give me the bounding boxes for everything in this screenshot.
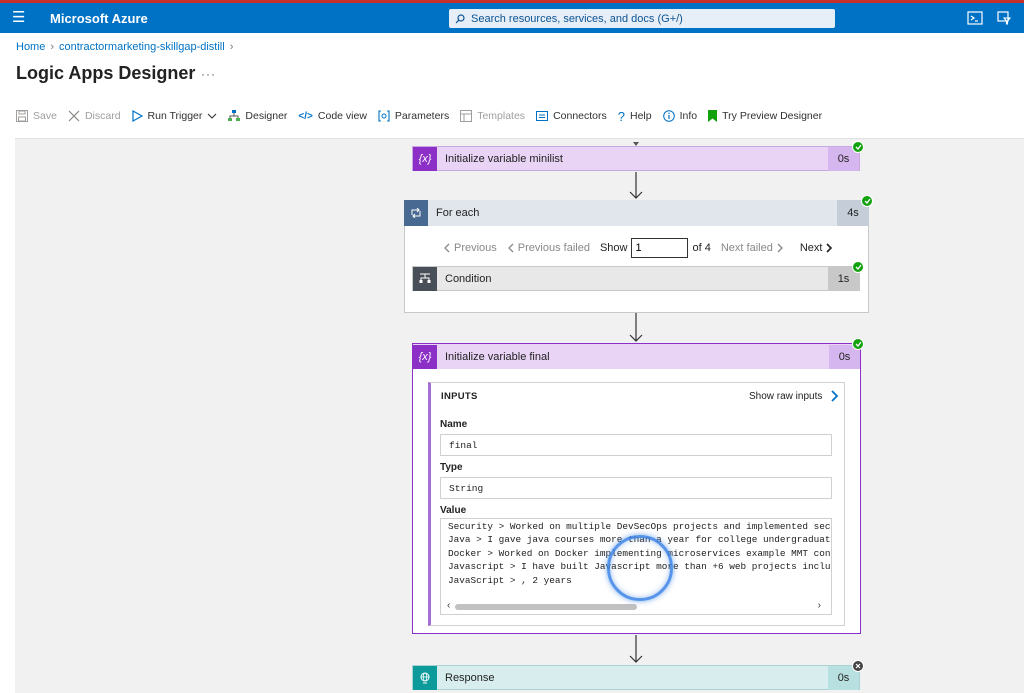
discard-button[interactable]: Discard (68, 110, 121, 122)
breadcrumb-resource[interactable]: contractormarketing-skillgap-distill (59, 41, 225, 53)
step-title: Condition (445, 272, 492, 285)
breadcrumb: Home › contractormarketing-skillgap-dist… (16, 41, 233, 53)
loop-icon (404, 200, 428, 226)
chevron-left-icon (507, 243, 514, 253)
next-failed-button[interactable]: Next failed (721, 242, 784, 254)
templates-icon (460, 110, 473, 122)
inputs-heading: INPUTS (441, 391, 478, 402)
step-title: For each (436, 207, 480, 219)
run-trigger-button[interactable]: Run Trigger (131, 110, 218, 122)
cloud-shell-icon[interactable] (967, 11, 983, 25)
parameters-icon (378, 110, 390, 122)
variable-icon: {x} (413, 344, 437, 369)
previous-button[interactable]: Previous (443, 242, 497, 254)
step-initialize-variable-minilist[interactable]: {x} Initialize variable minilist 0s (412, 146, 860, 171)
connector-arrow (629, 313, 643, 342)
connectors-button[interactable]: Connectors (536, 110, 607, 122)
top-navigation-bar: ☰ Microsoft Azure Search resources, serv… (0, 3, 1024, 33)
scrollbar-thumb[interactable] (455, 604, 637, 610)
skipped-status-icon (852, 660, 864, 672)
breadcrumb-separator: › (229, 41, 234, 53)
success-check-icon (861, 195, 873, 207)
code-view-button[interactable]: </> Code view (298, 110, 367, 122)
breadcrumb-separator: › (50, 41, 55, 53)
chevron-right-icon (777, 243, 783, 253)
show-label: Show (599, 242, 628, 254)
info-icon (662, 110, 675, 122)
step-title: Initialize variable minilist (445, 152, 563, 165)
step-for-each[interactable]: For each 4s (404, 200, 869, 226)
connector-arrow (629, 172, 643, 199)
condition-icon (413, 266, 437, 291)
help-button[interactable]: ? Help (618, 109, 652, 124)
iteration-pager: Previous Previous failed Show of 4 Next … (443, 238, 833, 258)
help-icon: ? (617, 108, 625, 124)
chevron-down-icon (207, 113, 217, 119)
step-title: Response (445, 671, 495, 684)
horizontal-scrollbar[interactable]: ‹ › (441, 600, 831, 614)
iteration-total: of 4 (692, 242, 711, 254)
scroll-left-icon[interactable]: ‹ (447, 600, 450, 611)
brand-name[interactable]: Microsoft Azure (50, 11, 148, 26)
step-response[interactable]: Response 0s (412, 665, 860, 690)
hamburger-menu-icon[interactable]: ☰ (12, 10, 25, 26)
type-value-field[interactable]: String (440, 477, 832, 499)
code-icon: </> (298, 110, 313, 122)
value-line: Security > Worked on multiple DevSecOps … (448, 521, 832, 532)
scroll-right-icon[interactable]: › (818, 600, 821, 611)
templates-button[interactable]: Templates (460, 110, 525, 122)
more-options-button[interactable]: ··· (201, 67, 216, 81)
success-check-icon (852, 141, 864, 153)
show-raw-inputs-button[interactable]: Show raw inputs (749, 390, 839, 402)
connectors-icon (536, 110, 549, 122)
breadcrumb-home[interactable]: Home (16, 41, 45, 53)
success-check-icon (852, 261, 864, 273)
try-preview-designer-button[interactable]: Try Preview Designer (708, 110, 822, 122)
connector-arrow (629, 635, 643, 663)
step-initialize-variable-final[interactable]: {x} Initialize variable final 0s (413, 344, 860, 369)
close-icon (68, 110, 80, 122)
save-button[interactable]: Save (16, 110, 57, 122)
chevron-right-icon (826, 243, 833, 253)
type-label: Type (440, 462, 463, 473)
name-label: Name (440, 419, 468, 430)
variable-icon: {x} (413, 146, 437, 171)
value-label: Value (440, 505, 467, 516)
step-condition[interactable]: Condition 1s (412, 266, 860, 291)
previous-failed-button[interactable]: Previous failed (507, 242, 590, 254)
touch-indicator (607, 535, 673, 601)
play-icon (131, 110, 143, 122)
iteration-number-input[interactable] (631, 238, 689, 258)
chevron-left-icon (444, 243, 450, 253)
parameters-button[interactable]: Parameters (378, 110, 449, 122)
info-button[interactable]: Info (662, 110, 697, 122)
name-value-field[interactable]: final (440, 434, 832, 456)
step-title: Initialize variable final (445, 350, 550, 363)
next-button[interactable]: Next (800, 242, 834, 254)
global-search-input[interactable]: Search resources, services, and docs (G+… (449, 9, 835, 28)
page-title: Logic Apps Designer (16, 63, 196, 83)
chevron-right-icon (831, 390, 839, 402)
save-icon (16, 110, 28, 122)
search-icon (455, 13, 465, 23)
bookmark-icon (708, 110, 718, 122)
globe-icon (413, 665, 437, 690)
directory-filter-icon[interactable] (996, 11, 1012, 25)
success-check-icon (852, 338, 864, 350)
designer-icon (228, 110, 241, 122)
designer-button[interactable]: Designer (228, 110, 287, 122)
designer-toolbar: Save Discard Run Trigger Designer </> Co… (16, 106, 833, 126)
search-placeholder: Search resources, services, and docs (G+… (471, 12, 683, 25)
